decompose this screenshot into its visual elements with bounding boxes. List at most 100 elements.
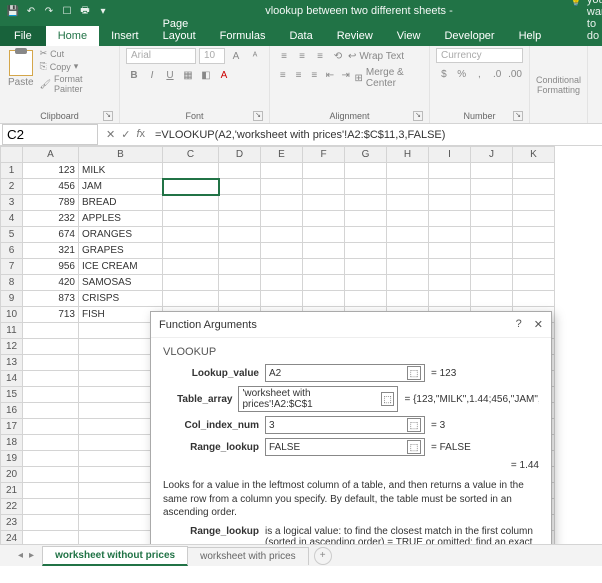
- cell-A6[interactable]: 321: [23, 243, 79, 259]
- cell-G8[interactable]: [345, 275, 387, 291]
- tab-page-layout[interactable]: Page Layout: [151, 14, 208, 46]
- cell-F1[interactable]: [303, 163, 345, 179]
- cell-I2[interactable]: [429, 179, 471, 195]
- cell-G9[interactable]: [345, 291, 387, 307]
- cell-I1[interactable]: [429, 163, 471, 179]
- cell-J9[interactable]: [471, 291, 513, 307]
- cell-B6[interactable]: GRAPES: [79, 243, 163, 259]
- align-left-icon[interactable]: ≡: [276, 67, 290, 83]
- enter-formula-icon[interactable]: ✓: [121, 128, 130, 141]
- cell-A8[interactable]: 420: [23, 275, 79, 291]
- col-header-A[interactable]: A: [23, 147, 79, 163]
- quickprint-icon[interactable]: 🖶: [78, 4, 92, 18]
- cell-I3[interactable]: [429, 195, 471, 211]
- cell-C7[interactable]: [163, 259, 219, 275]
- new-sheet-icon[interactable]: +: [314, 547, 332, 565]
- name-box[interactable]: [2, 124, 98, 145]
- italic-icon[interactable]: I: [144, 67, 160, 83]
- tab-review[interactable]: Review: [325, 26, 385, 46]
- paste-button[interactable]: Paste: [6, 48, 36, 109]
- cell-K2[interactable]: [513, 179, 555, 195]
- range-selector-icon[interactable]: ⬚: [381, 392, 395, 406]
- cell-G2[interactable]: [345, 179, 387, 195]
- cell-H5[interactable]: [387, 227, 429, 243]
- col-header-E[interactable]: E: [261, 147, 303, 163]
- cell-A14[interactable]: [23, 371, 79, 387]
- row-header-16[interactable]: 16: [1, 403, 23, 419]
- row-header-4[interactable]: 4: [1, 211, 23, 227]
- arg-input-3[interactable]: FALSE ⬚: [265, 438, 425, 456]
- cell-J8[interactable]: [471, 275, 513, 291]
- row-header-7[interactable]: 7: [1, 259, 23, 275]
- sheet-tab-other[interactable]: worksheet with prices: [187, 547, 309, 565]
- font-color-icon[interactable]: A: [216, 67, 232, 83]
- fill-color-icon[interactable]: ◧: [198, 67, 214, 83]
- col-header-B[interactable]: B: [79, 147, 163, 163]
- arg-input-2[interactable]: 3 ⬚: [265, 416, 425, 434]
- cell-B9[interactable]: CRISPS: [79, 291, 163, 307]
- tab-developer[interactable]: Developer: [432, 26, 506, 46]
- cell-A2[interactable]: 456: [23, 179, 79, 195]
- arg-input-1[interactable]: 'worksheet with prices'!A2:$C$1 ⬚: [238, 386, 398, 412]
- align-top-icon[interactable]: ≡: [276, 48, 292, 64]
- col-header-D[interactable]: D: [219, 147, 261, 163]
- cell-H7[interactable]: [387, 259, 429, 275]
- cell-H4[interactable]: [387, 211, 429, 227]
- cell-A9[interactable]: 873: [23, 291, 79, 307]
- cell-E6[interactable]: [261, 243, 303, 259]
- range-selector-icon[interactable]: ⬚: [407, 418, 421, 432]
- select-all-corner[interactable]: [1, 147, 23, 163]
- row-header-9[interactable]: 9: [1, 291, 23, 307]
- row-header-2[interactable]: 2: [1, 179, 23, 195]
- cell-F3[interactable]: [303, 195, 345, 211]
- row-header-21[interactable]: 21: [1, 483, 23, 499]
- align-bottom-icon[interactable]: ≡: [312, 48, 328, 64]
- cell-J7[interactable]: [471, 259, 513, 275]
- cell-H2[interactable]: [387, 179, 429, 195]
- number-launcher-icon[interactable]: ↘: [513, 111, 523, 121]
- row-header-23[interactable]: 23: [1, 515, 23, 531]
- cell-K7[interactable]: [513, 259, 555, 275]
- close-icon[interactable]: ✕: [534, 318, 543, 331]
- bold-icon[interactable]: B: [126, 67, 142, 83]
- increase-decimal-icon[interactable]: .0: [489, 66, 505, 82]
- col-header-G[interactable]: G: [345, 147, 387, 163]
- cell-E7[interactable]: [261, 259, 303, 275]
- cancel-formula-icon[interactable]: ✕: [106, 128, 115, 141]
- cell-I7[interactable]: [429, 259, 471, 275]
- row-header-15[interactable]: 15: [1, 387, 23, 403]
- col-header-F[interactable]: F: [303, 147, 345, 163]
- cell-A15[interactable]: [23, 387, 79, 403]
- cell-J6[interactable]: [471, 243, 513, 259]
- cell-D8[interactable]: [219, 275, 261, 291]
- cell-B2[interactable]: JAM: [79, 179, 163, 195]
- cell-C3[interactable]: [163, 195, 219, 211]
- border-icon[interactable]: ▦: [180, 67, 196, 83]
- tell-me-search[interactable]: 💡 Tell me what you want to do: [557, 0, 602, 46]
- copy-button[interactable]: ⎘Copy ▾: [40, 61, 113, 72]
- cell-H6[interactable]: [387, 243, 429, 259]
- cell-F2[interactable]: [303, 179, 345, 195]
- cell-A20[interactable]: [23, 467, 79, 483]
- row-header-18[interactable]: 18: [1, 435, 23, 451]
- tab-help[interactable]: Help: [507, 26, 554, 46]
- cell-B1[interactable]: MILK: [79, 163, 163, 179]
- col-header-J[interactable]: J: [471, 147, 513, 163]
- tab-file[interactable]: File: [0, 26, 46, 46]
- formula-input[interactable]: =VLOOKUP(A2,'worksheet with prices'!A2:$…: [151, 127, 602, 143]
- cell-F4[interactable]: [303, 211, 345, 227]
- cell-D4[interactable]: [219, 211, 261, 227]
- cell-H9[interactable]: [387, 291, 429, 307]
- row-header-22[interactable]: 22: [1, 499, 23, 515]
- cell-J4[interactable]: [471, 211, 513, 227]
- cell-K6[interactable]: [513, 243, 555, 259]
- row-header-10[interactable]: 10: [1, 307, 23, 323]
- cell-A3[interactable]: 789: [23, 195, 79, 211]
- align-center-icon[interactable]: ≡: [292, 67, 306, 83]
- cell-F8[interactable]: [303, 275, 345, 291]
- merge-center-button[interactable]: ⊞Merge & Center: [355, 67, 424, 89]
- row-header-12[interactable]: 12: [1, 339, 23, 355]
- undo-icon[interactable]: ↶: [24, 4, 38, 18]
- cell-E2[interactable]: [261, 179, 303, 195]
- cell-E1[interactable]: [261, 163, 303, 179]
